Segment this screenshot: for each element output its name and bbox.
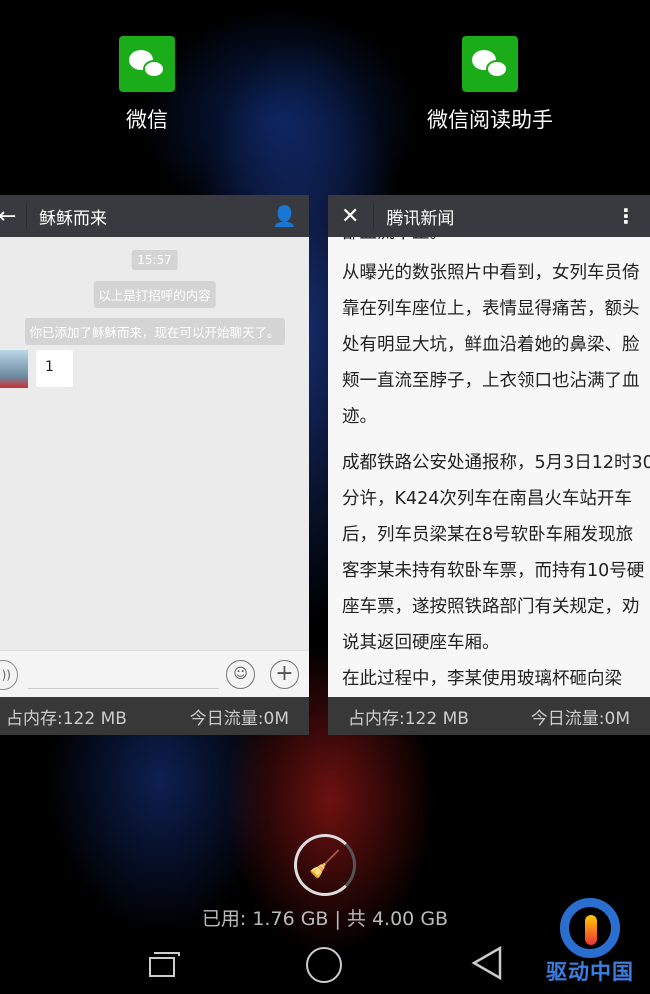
wechat-icon xyxy=(462,36,518,92)
recents-button[interactable] xyxy=(144,945,184,985)
clean-memory-button[interactable]: 🧹 xyxy=(294,834,356,896)
broom-icon: 🧹 xyxy=(308,850,342,880)
app-label: 微信 xyxy=(126,108,168,132)
emoji-icon[interactable]: ☺ xyxy=(226,660,255,689)
article-line: 颊一直流至脖子，上衣领口也沾满了血 xyxy=(342,371,640,391)
app-label: 微信阅读助手 xyxy=(427,108,553,132)
close-icon[interactable]: ✕ xyxy=(341,204,359,229)
article-line: 成都铁路公安处通报称，5月3日12时30 xyxy=(342,453,650,473)
chat-card[interactable]: ← 稣稣而来 👤 15:57 以上是打招呼的内容 你已添加了稣稣而来，现在可以开… xyxy=(0,195,309,735)
article-line: 后，列车员梁某在8号软卧车厢发现旅 xyxy=(342,525,634,545)
data-traffic: 今日流量:0M xyxy=(189,708,289,729)
system-message: 以上是打招呼的内容 xyxy=(93,281,216,308)
more-icon[interactable]: ⋮ xyxy=(616,204,636,228)
article-line: 靠在列车座位上，表情显得痛苦，额头 xyxy=(342,299,640,319)
voice-icon[interactable]: )) xyxy=(0,660,18,690)
back-triangle-icon xyxy=(471,945,502,981)
article-line: 座车票，遂按照铁路部门有关规定，劝 xyxy=(342,597,640,617)
article-line: 处有明显大坑，鲜血沿着她的鼻梁、脸 xyxy=(342,335,640,355)
article-line: 说其返回硬座车厢。 xyxy=(342,633,500,653)
message-bubble: 1 xyxy=(36,350,73,387)
home-button[interactable] xyxy=(306,947,342,983)
data-traffic: 今日流量:0M xyxy=(530,708,630,729)
chat-title: 稣稣而来 xyxy=(39,208,107,229)
app-wechat[interactable]: 微信 xyxy=(47,36,247,134)
memory-usage: 占内存:122 MB xyxy=(6,708,127,729)
wechat-icon xyxy=(119,36,175,92)
article-body: 部血流不止。 从曝光的数张照片中看到，女列车员倚靠在列车座位上，表情显得痛苦，额… xyxy=(328,237,650,697)
timestamp: 15:57 xyxy=(131,250,178,270)
plus-icon[interactable]: + xyxy=(270,660,299,689)
watermark-logo: 驱动中国 xyxy=(530,898,650,986)
article-line: 客李某未持有软卧车票，而持有10号硬 xyxy=(342,561,645,581)
news-title: 腾讯新闻 xyxy=(386,208,455,229)
back-button[interactable] xyxy=(470,945,510,985)
back-arrow-icon[interactable]: ← xyxy=(0,204,20,229)
article-line: 从曝光的数张照片中看到，女列车员倚 xyxy=(342,263,640,283)
app-wechat-reader[interactable]: 微信阅读助手 xyxy=(390,36,590,134)
system-message: 你已添加了稣稣而来，现在可以开始聊天了。 xyxy=(24,318,285,345)
input-bar: )) ☺ + xyxy=(0,650,309,697)
person-icon[interactable]: 👤 xyxy=(272,204,297,228)
news-card[interactable]: ✕ 腾讯新闻 ⋮ 部血流不止。 从曝光的数张照片中看到，女列车员倚靠在列车座位上… xyxy=(328,195,650,735)
article-line: 部血流不止。 xyxy=(342,237,636,251)
article-line: 分许，K424次列车在南昌火车站开车 xyxy=(342,489,632,509)
article-line: 在此过程中，李某使用玻璃杯砸向梁 xyxy=(342,669,622,689)
avatar[interactable] xyxy=(0,350,28,388)
memory-usage: 占内存:122 MB xyxy=(348,708,469,729)
article-line: 迹。 xyxy=(342,407,377,427)
